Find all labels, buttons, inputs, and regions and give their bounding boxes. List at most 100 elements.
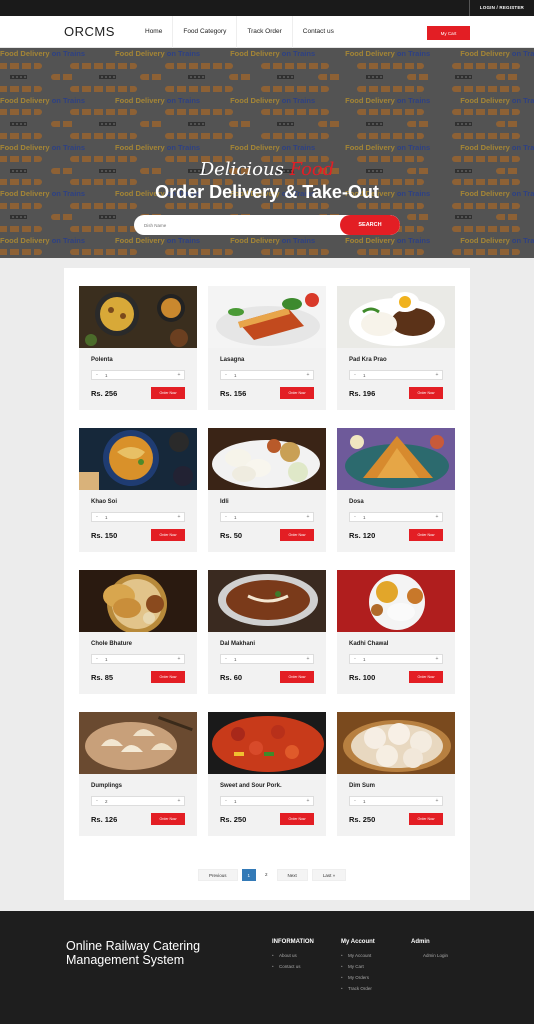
quantity-decrease-button[interactable]: - (221, 656, 231, 662)
quantity-increase-button[interactable]: + (303, 372, 313, 378)
quantity-increase-button[interactable]: + (174, 798, 184, 804)
nav-food-category[interactable]: Food Category (173, 16, 238, 48)
footer-link-track-order[interactable]: Track Order (341, 986, 375, 991)
pagination-next[interactable]: Next (276, 869, 308, 881)
quantity-input[interactable]: 2 (102, 799, 174, 804)
quantity-input[interactable]: 1 (360, 657, 432, 662)
quantity-decrease-button[interactable]: - (92, 372, 102, 378)
pagination-page-1[interactable]: 1 (241, 869, 257, 881)
food-image[interactable] (79, 286, 197, 348)
order-now-button[interactable]: Order Now (280, 671, 314, 683)
site-logo[interactable]: ORCMS (64, 24, 115, 39)
quantity-increase-button[interactable]: + (432, 798, 442, 804)
quantity-input[interactable]: 1 (360, 515, 432, 520)
order-now-button[interactable]: Order Now (409, 387, 443, 399)
nav-contact-us[interactable]: Contact us (293, 16, 344, 48)
quantity-decrease-button[interactable]: - (350, 798, 360, 804)
order-now-button[interactable]: Order Now (280, 387, 314, 399)
food-name[interactable]: Kadhi Chawal (349, 641, 388, 647)
quantity-decrease-button[interactable]: - (350, 656, 360, 662)
quantity-increase-button[interactable]: + (432, 372, 442, 378)
pagination-previous[interactable]: Previous (198, 869, 238, 881)
quantity-increase-button[interactable]: + (432, 514, 442, 520)
food-image[interactable] (79, 712, 197, 774)
quantity-increase-button[interactable]: + (174, 656, 184, 662)
my-cart-button[interactable]: My Cart (427, 26, 470, 40)
food-name[interactable]: Pad Kra Prao (349, 357, 387, 363)
login-register-link[interactable]: LOGIN / REGISTER (468, 0, 534, 16)
footer-link-my-orders[interactable]: My Orders (341, 975, 375, 980)
order-now-button[interactable]: Order Now (151, 813, 185, 825)
food-image[interactable] (337, 428, 455, 490)
pagination-page-2[interactable]: 2 (260, 869, 273, 881)
food-image[interactable] (208, 286, 326, 348)
food-image[interactable] (208, 428, 326, 490)
food-image[interactable] (208, 570, 326, 632)
order-now-button[interactable]: Order Now (409, 671, 443, 683)
order-now-button[interactable]: Order Now (280, 529, 314, 541)
pagination-last[interactable]: Last » (311, 869, 347, 881)
food-image[interactable] (337, 570, 455, 632)
food-name[interactable]: Idli (220, 499, 229, 505)
quantity-increase-button[interactable]: + (432, 656, 442, 662)
footer-admin: Admin Admin Login (411, 939, 448, 964)
quantity-input[interactable]: 1 (231, 657, 303, 662)
quantity-increase-button[interactable]: + (303, 656, 313, 662)
footer-information-heading: INFORMATION (272, 939, 314, 945)
footer-link-about-us[interactable]: About us (272, 953, 314, 958)
food-name[interactable]: Chole Bhature (91, 641, 132, 647)
order-now-button[interactable]: Order Now (409, 813, 443, 825)
food-name[interactable]: Dosa (349, 499, 364, 505)
order-now-button[interactable]: Order Now (280, 813, 314, 825)
order-now-button[interactable]: Order Now (151, 529, 185, 541)
quantity-increase-button[interactable]: + (303, 798, 313, 804)
order-now-button[interactable]: Order Now (151, 387, 185, 399)
food-name[interactable]: Khao Soi (91, 499, 117, 505)
quantity-decrease-button[interactable]: - (221, 514, 231, 520)
food-image[interactable] (208, 712, 326, 774)
quantity-decrease-button[interactable]: - (221, 372, 231, 378)
food-name[interactable]: Sweet and Sour Pork. (220, 783, 282, 789)
food-name[interactable]: Dim Sum (349, 783, 375, 789)
quantity-input[interactable]: 1 (231, 799, 303, 804)
quantity-increase-button[interactable]: + (174, 514, 184, 520)
food-image[interactable] (79, 570, 197, 632)
quantity-input[interactable]: 1 (102, 515, 174, 520)
footer-my-account: My Account My Account My Cart My Orders … (341, 939, 375, 997)
quantity-input[interactable]: 1 (360, 799, 432, 804)
food-image[interactable] (79, 428, 197, 490)
quantity-decrease-button[interactable]: - (92, 514, 102, 520)
quantity-input[interactable]: 1 (231, 515, 303, 520)
quantity-decrease-button[interactable]: - (92, 798, 102, 804)
quantity-decrease-button[interactable]: - (92, 656, 102, 662)
footer-link-my-account[interactable]: My Account (341, 953, 375, 958)
footer-title: Online Railway Catering Management Syste… (66, 939, 201, 967)
quantity-input[interactable]: 1 (102, 373, 174, 378)
food-image[interactable] (337, 286, 455, 348)
food-name[interactable]: Dal Makhani (220, 641, 255, 647)
food-name[interactable]: Lasagna (220, 357, 244, 363)
hero-script-word-1: Delicious (199, 159, 284, 180)
footer-link-admin-login[interactable]: Admin Login (411, 953, 448, 958)
food-name[interactable]: Polenta (91, 357, 113, 363)
nav-home[interactable]: Home (135, 16, 174, 48)
quantity-increase-button[interactable]: + (174, 372, 184, 378)
search-button[interactable]: SEARCH (340, 215, 400, 235)
quantity-decrease-button[interactable]: - (350, 514, 360, 520)
food-name[interactable]: Dumplings (91, 783, 122, 789)
food-image[interactable] (337, 712, 455, 774)
quantity-increase-button[interactable]: + (303, 514, 313, 520)
footer-link-my-cart[interactable]: My Cart (341, 964, 375, 969)
order-now-button[interactable]: Order Now (409, 529, 443, 541)
order-now-button[interactable]: Order Now (151, 671, 185, 683)
quantity-decrease-button[interactable]: - (221, 798, 231, 804)
quantity-stepper: -1 + (220, 796, 314, 806)
quantity-input[interactable]: 1 (102, 657, 174, 662)
footer-link-contact-us[interactable]: Contact us (272, 964, 314, 969)
quantity-stepper: -1 + (91, 512, 185, 522)
nav-track-order[interactable]: Track Order (237, 16, 293, 48)
quantity-decrease-button[interactable]: - (350, 372, 360, 378)
quantity-input[interactable]: 1 (231, 373, 303, 378)
quantity-input[interactable]: 1 (360, 373, 432, 378)
dish-search-input[interactable] (134, 215, 340, 235)
